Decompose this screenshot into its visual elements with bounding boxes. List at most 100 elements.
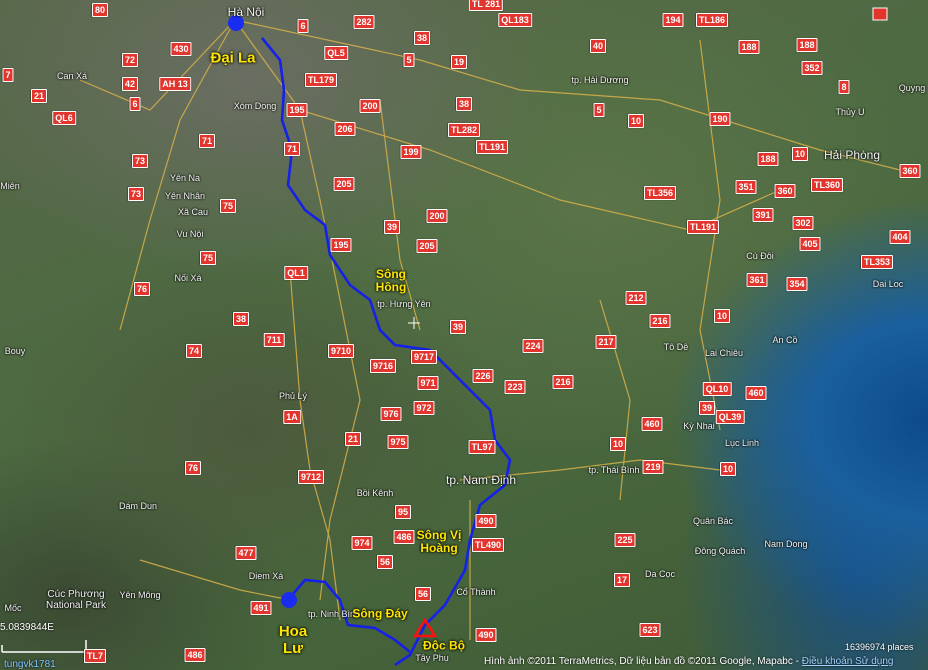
road-shield: 200: [426, 209, 448, 223]
road-shield: TL7: [83, 649, 107, 663]
road-shield: 17: [613, 573, 631, 587]
place-to-de: Tô Dê: [663, 342, 689, 352]
road-shield: QL10: [702, 382, 732, 396]
road-shield: 9717: [410, 350, 438, 364]
road-shield: 216: [649, 314, 671, 328]
uploader-label: tungvk1781: [4, 659, 56, 670]
road-shield: TL191: [686, 220, 720, 234]
road-shield: 194: [662, 13, 684, 27]
road-shield: TL191: [475, 140, 509, 154]
marker-hoa-lu[interactable]: [281, 592, 297, 608]
road-shield: 75: [199, 251, 217, 265]
road-shield: 405: [799, 237, 821, 251]
place-diem-xa: Diem Xá: [248, 571, 284, 581]
road-shield: 7: [2, 68, 14, 82]
attribution-text: Hình ảnh ©2011 TerraMetrics, Dữ liệu bản…: [484, 656, 802, 667]
road-shield: TL 281: [468, 0, 504, 11]
scale-bar: [1, 640, 87, 653]
road-shield: TL353: [860, 255, 894, 269]
place-boi-kenh: Bồi Kênh: [356, 488, 394, 498]
marker-doc-bo[interactable]: [412, 617, 438, 638]
road-shield: 9716: [369, 359, 397, 373]
road-shield: 56: [376, 555, 394, 569]
place-luc-linh: Lục Linh: [724, 438, 760, 448]
road-shield: 188: [757, 152, 779, 166]
road-shield: 10: [719, 462, 737, 476]
road-shield: TL282: [447, 123, 481, 137]
road-shield: 212: [625, 291, 647, 305]
place-xom-dong: Xóm Dong: [233, 101, 277, 111]
road-shield: TL97: [468, 440, 496, 454]
road-shield: QL1: [284, 266, 308, 280]
road-shield: 975: [387, 435, 409, 449]
road-shield: 75: [219, 199, 237, 213]
road-shield: 430: [170, 42, 192, 56]
label-song-hong: Sông Hồng: [375, 267, 407, 294]
road-shield: QL6: [52, 111, 76, 125]
road-shield: 282: [353, 15, 375, 29]
road-shield: 972: [413, 401, 435, 415]
place-can-xa: Can Xá: [56, 71, 88, 81]
road-shield: 205: [333, 177, 355, 191]
attribution: Hình ảnh ©2011 TerraMetrics, Dữ liệu bản…: [484, 656, 893, 667]
road-shield: 225: [614, 533, 636, 547]
road-shield: 42: [121, 77, 139, 91]
road-shield: 39: [383, 220, 401, 234]
road-shield: 188: [796, 38, 818, 52]
crosshair-icon: [408, 317, 420, 329]
road-shield: TL186: [695, 13, 729, 27]
road-shield: 486: [184, 648, 206, 662]
place-dong-quach: Đông Quách: [694, 546, 746, 556]
city-thai-binh: tp. Thái Bình: [588, 465, 640, 475]
road-shield: 971: [417, 376, 439, 390]
road-shield: 6: [129, 97, 141, 111]
road-shield: 10: [627, 114, 645, 128]
road-shield: 216: [552, 375, 574, 389]
road-shield: 9712: [297, 470, 325, 484]
label-dai-la: Đại La: [210, 49, 256, 67]
place-bouy: Bouy: [4, 346, 26, 356]
label-song-day: Sông Đáy: [352, 606, 408, 621]
terms-of-use-link[interactable]: Điều khoản Sử dụng: [802, 656, 894, 667]
road-shield: 38: [455, 97, 473, 111]
place-moc: Mốc: [4, 603, 22, 613]
place-yen-nhan: Yên Nhân: [164, 191, 206, 201]
label-song-vi-hoang: Sông Vị Hoàng: [416, 528, 462, 555]
road-shield: 76: [184, 461, 202, 475]
place-da-coc: Da Cọc: [644, 569, 676, 579]
road-shield: 39: [449, 320, 467, 334]
road-shield: 73: [127, 187, 145, 201]
place-an-co: An Cồ: [772, 335, 798, 345]
places-count: 16396974 places: [845, 642, 914, 652]
road-shield: 8: [838, 80, 850, 94]
place-dai-loc: Dai Loc: [872, 279, 904, 289]
road-shield: 38: [413, 31, 431, 45]
road-shield: 5: [403, 53, 415, 67]
road-shield: TL360: [810, 178, 844, 192]
map-canvas[interactable]: Hà Nội Hải Phòng tp. Hải Dương tp. Hưng …: [0, 0, 928, 670]
road-shield: 5: [593, 103, 605, 117]
road-shield: 74: [185, 344, 203, 358]
place-yen-mong: Yên Mông: [119, 590, 161, 600]
road-shield: TL490: [471, 538, 505, 552]
road-shield: 223: [504, 380, 526, 394]
place-cu-doi: Cù Đôi: [746, 251, 774, 261]
road-shield: 352: [801, 61, 823, 75]
road-shield: 72: [121, 53, 139, 67]
road-shield: 200: [359, 99, 381, 113]
road-shield: 76: [133, 282, 151, 296]
road-shield: 490: [475, 514, 497, 528]
label-hoa-lu: Hoa Lư: [278, 623, 308, 657]
coordinate-readout: 5.0839844E: [0, 622, 54, 633]
road-shield: 711: [263, 333, 285, 347]
place-tay-phu: Tây Phụ: [415, 653, 449, 663]
road-shield: 224: [522, 339, 544, 353]
road-shield: 219: [642, 460, 664, 474]
road-shield: 195: [330, 238, 352, 252]
road-shield: 205: [416, 239, 438, 253]
road-shield: QL5: [324, 46, 348, 60]
road-shield: 460: [641, 417, 663, 431]
road-shield: 490: [475, 628, 497, 642]
road-shield: 623: [639, 623, 661, 637]
road-shield: 477: [235, 546, 257, 560]
